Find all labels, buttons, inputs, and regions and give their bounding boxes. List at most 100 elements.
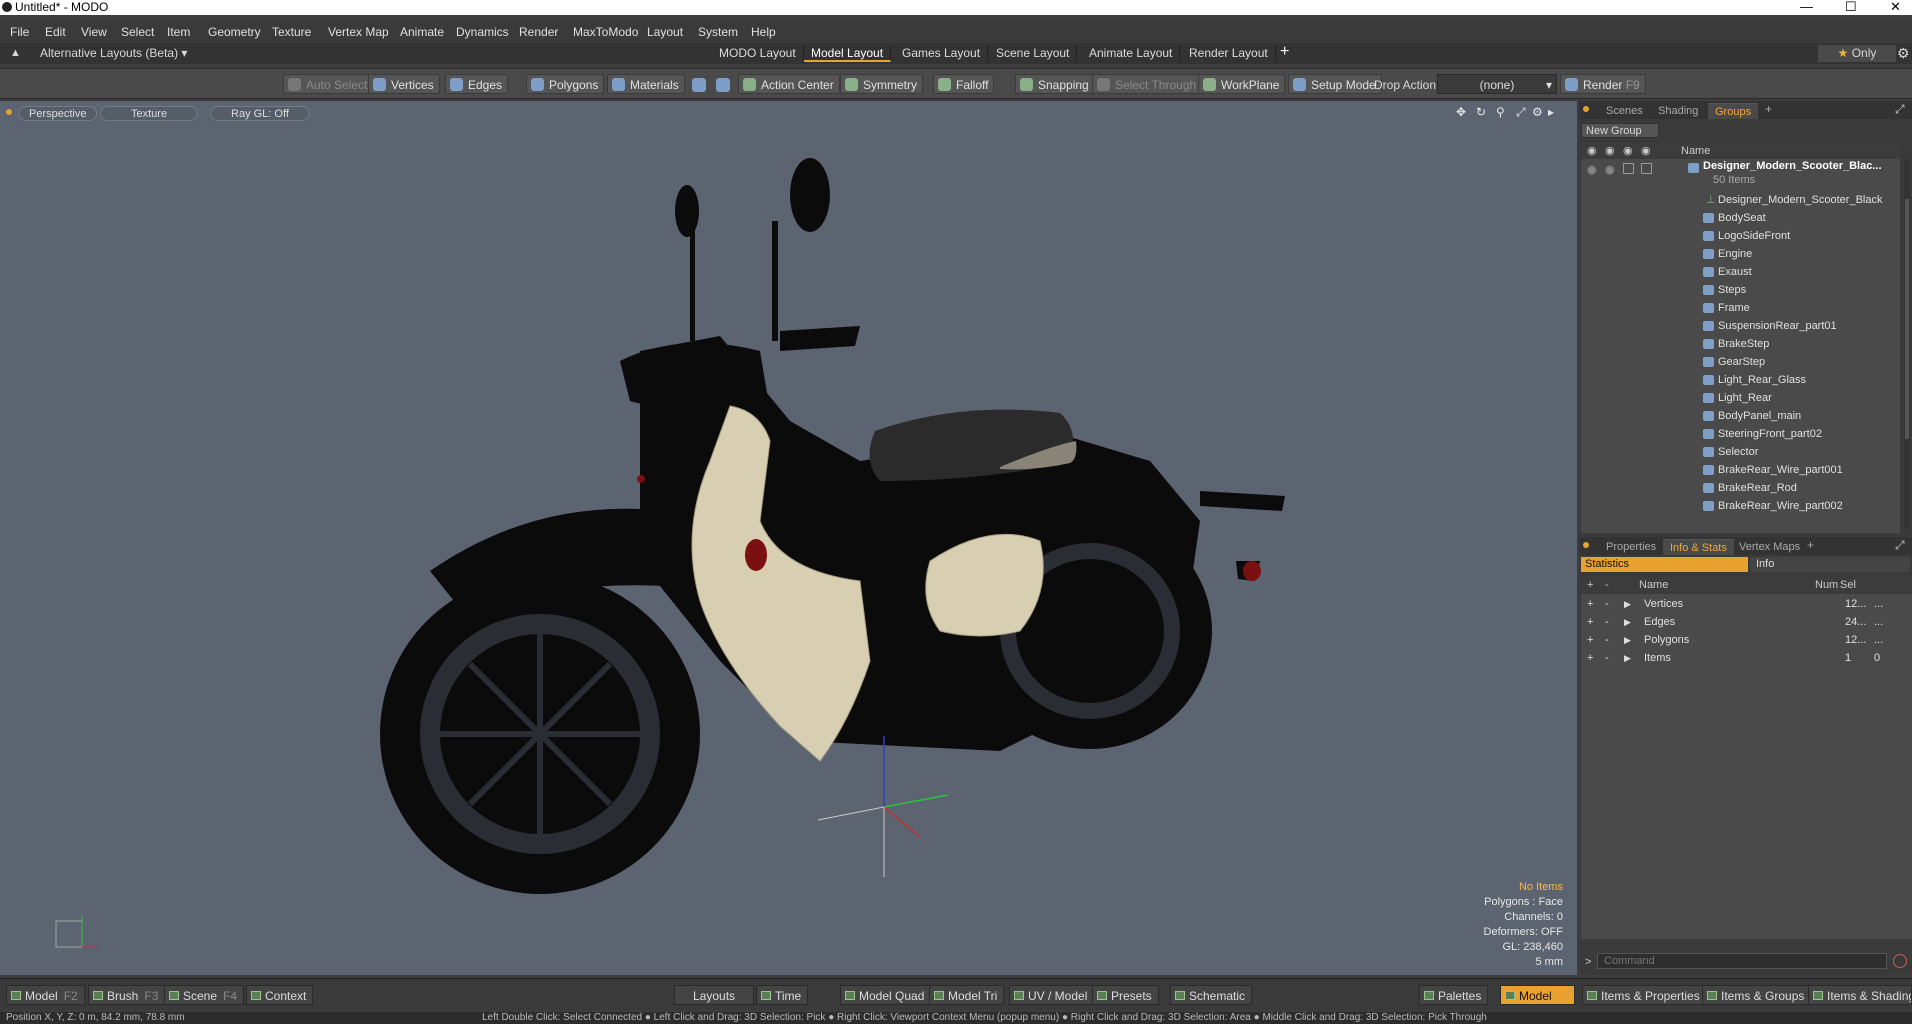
close-icon[interactable]: ✕ bbox=[1890, 0, 1901, 15]
gear-icon[interactable]: ⚙ bbox=[1897, 45, 1910, 62]
tab-animate-layout[interactable]: Animate Layout bbox=[1082, 45, 1181, 62]
menu-view[interactable]: View bbox=[81, 25, 107, 39]
collapse-all-icon[interactable]: - bbox=[1605, 577, 1609, 593]
menu-render[interactable]: Render bbox=[519, 25, 558, 39]
add-info-tab-icon[interactable]: + bbox=[1807, 538, 1814, 552]
palettes-button[interactable]: Palettes bbox=[1419, 985, 1489, 1005]
add-tab-icon[interactable]: + bbox=[1765, 102, 1772, 116]
statistics-subtab[interactable]: Statistics bbox=[1581, 557, 1748, 572]
info-panel-menu-icon[interactable] bbox=[1583, 542, 1589, 548]
tree-item-steps[interactable]: Steps bbox=[1581, 281, 1900, 299]
add-icon[interactable]: + bbox=[1587, 595, 1593, 613]
materials-button[interactable]: Materials bbox=[607, 74, 685, 94]
tab-groups[interactable]: Groups bbox=[1708, 103, 1759, 119]
items-groups-button[interactable]: Items & Groups bbox=[1702, 985, 1812, 1005]
menu-select[interactable]: Select bbox=[121, 25, 154, 39]
minimize-icon[interactable]: — bbox=[1800, 0, 1813, 14]
model-quad-button[interactable]: Model Quad bbox=[840, 985, 932, 1005]
add-icon[interactable]: + bbox=[1587, 613, 1593, 631]
menu-geometry[interactable]: Geometry bbox=[208, 25, 261, 39]
menu-system[interactable]: System bbox=[698, 25, 738, 39]
command-input[interactable] bbox=[1597, 953, 1887, 969]
3d-viewport[interactable]: Perspective Texture Ray GL: Off ✥ ↻ ⚲ ⤢ … bbox=[0, 101, 1577, 975]
group-select-checkbox[interactable] bbox=[1641, 163, 1652, 174]
tree-item-designer-modern-scooter-black[interactable]: ⊥ Designer_Modern_Scooter_Black bbox=[1581, 191, 1900, 209]
tree-scrollbar[interactable] bbox=[1904, 159, 1910, 529]
group-render-icon[interactable]: ◉ bbox=[1605, 161, 1615, 179]
menu-edit[interactable]: Edit bbox=[45, 25, 66, 39]
model-active-button[interactable]: Model bbox=[1500, 985, 1575, 1005]
context-mode-button[interactable]: Context bbox=[246, 985, 314, 1005]
tree-item-suspensionrear-part01[interactable]: SuspensionRear_part01 bbox=[1581, 317, 1900, 335]
select-mode-b-icon[interactable] bbox=[716, 78, 730, 92]
menu-vertex-map[interactable]: Vertex Map bbox=[328, 25, 389, 39]
expand-arrow-icon[interactable]: ▶ bbox=[1624, 595, 1631, 613]
snapping-button[interactable]: Snapping bbox=[1015, 74, 1095, 94]
vertices-button[interactable]: Vertices bbox=[368, 74, 440, 94]
tree-item-selector[interactable]: Selector bbox=[1581, 443, 1900, 461]
setup-mode-button[interactable]: Setup Mode bbox=[1288, 74, 1382, 94]
tab-scene-layout[interactable]: Scene Layout bbox=[989, 45, 1078, 62]
remove-icon[interactable]: - bbox=[1605, 631, 1609, 649]
model-tri-button[interactable]: Model Tri bbox=[929, 985, 1005, 1005]
group-lock-checkbox[interactable] bbox=[1623, 163, 1634, 174]
tree-item-brakerear-wire-part001[interactable]: BrakeRear_Wire_part001 bbox=[1581, 461, 1900, 479]
menu-dynamics[interactable]: Dynamics bbox=[456, 25, 509, 39]
model-mode-button[interactable]: Model F2 bbox=[6, 985, 85, 1005]
symmetry-button[interactable]: Symmetry bbox=[840, 74, 923, 94]
tab-render-layout[interactable]: Render Layout bbox=[1182, 45, 1276, 62]
tree-item-bodyseat[interactable]: BodySeat bbox=[1581, 209, 1900, 227]
tree-item-engine[interactable]: Engine bbox=[1581, 245, 1900, 263]
scene-mode-button[interactable]: Scene F4 bbox=[164, 985, 245, 1005]
tab-vertex-maps[interactable]: Vertex Maps bbox=[1732, 539, 1807, 555]
menu-help[interactable]: Help bbox=[751, 25, 776, 39]
add-icon[interactable]: + bbox=[1587, 649, 1593, 667]
tree-item-light-rear[interactable]: Light_Rear bbox=[1581, 389, 1900, 407]
layout-preset-dropdown[interactable]: Alternative Layouts (Beta) ▾ bbox=[40, 46, 187, 60]
menu-file[interactable]: File bbox=[10, 25, 29, 39]
select-through-button[interactable]: Select Through bbox=[1092, 74, 1203, 94]
tree-item-gearstep[interactable]: GearStep bbox=[1581, 353, 1900, 371]
tree-item-brakestep[interactable]: BrakeStep bbox=[1581, 335, 1900, 353]
expand-info-panel-icon[interactable]: ⤢ bbox=[1895, 538, 1905, 553]
remove-icon[interactable]: - bbox=[1605, 595, 1609, 613]
expand-arrow-icon[interactable]: ▶ bbox=[1624, 613, 1631, 631]
menu-item[interactable]: Item bbox=[167, 25, 190, 39]
tab-properties[interactable]: Properties bbox=[1599, 539, 1663, 555]
tree-item-light-rear-glass[interactable]: Light_Rear_Glass bbox=[1581, 371, 1900, 389]
render-button[interactable]: Render F9 bbox=[1560, 74, 1646, 94]
info-subtab[interactable]: Info bbox=[1750, 557, 1910, 572]
expand-all-icon[interactable]: + bbox=[1587, 577, 1593, 593]
layouts-button[interactable]: Layouts bbox=[674, 985, 755, 1005]
tree-item-logosidefront[interactable]: LogoSideFront bbox=[1581, 227, 1900, 245]
panel-menu-icon[interactable] bbox=[1583, 106, 1589, 112]
collapse-icon[interactable]: ▲ bbox=[10, 47, 21, 59]
add-icon[interactable]: + bbox=[1587, 631, 1593, 649]
expand-arrow-icon[interactable]: ▶ bbox=[1624, 649, 1631, 667]
action-center-button[interactable]: Action Center bbox=[738, 74, 840, 94]
menu-texture[interactable]: Texture bbox=[272, 25, 311, 39]
tree-item-frame[interactable]: Frame bbox=[1581, 299, 1900, 317]
presets-button[interactable]: Presets bbox=[1092, 985, 1159, 1005]
tree-item-exaust[interactable]: Exaust bbox=[1581, 263, 1900, 281]
polygons-button[interactable]: Polygons bbox=[526, 74, 605, 94]
stats-row-edges[interactable]: + - ▶ Edges 24... ... bbox=[1581, 613, 1912, 631]
menu-animate[interactable]: Animate bbox=[400, 25, 444, 39]
tree-item-brakerear-rod[interactable]: BrakeRear_Rod bbox=[1581, 479, 1900, 497]
add-layout-icon[interactable]: + bbox=[1280, 43, 1289, 61]
items-shading-button[interactable]: Items & Shading bbox=[1808, 985, 1912, 1005]
schematic-button[interactable]: Schematic bbox=[1170, 985, 1253, 1005]
workplane-button[interactable]: WorkPlane bbox=[1198, 74, 1286, 94]
remove-icon[interactable]: - bbox=[1605, 613, 1609, 631]
menu-layout[interactable]: Layout bbox=[647, 25, 683, 39]
stats-row-items[interactable]: + - ▶ Items 1 0 bbox=[1581, 649, 1912, 667]
brush-mode-button[interactable]: Brush F3 bbox=[88, 985, 166, 1005]
record-icon[interactable] bbox=[1893, 954, 1907, 968]
menu-maxtomodo[interactable]: MaxToModo bbox=[573, 25, 638, 39]
time-button[interactable]: Time bbox=[756, 985, 809, 1005]
tree-item-steeringfront-part02[interactable]: SteeringFront_part02 bbox=[1581, 425, 1900, 443]
stats-row-polygons[interactable]: + - ▶ Polygons 12... ... bbox=[1581, 631, 1912, 649]
falloff-button[interactable]: Falloff bbox=[933, 74, 995, 94]
tab-games-layout[interactable]: Games Layout bbox=[895, 45, 989, 62]
stats-row-vertices[interactable]: + - ▶ Vertices 12... ... bbox=[1581, 595, 1912, 613]
